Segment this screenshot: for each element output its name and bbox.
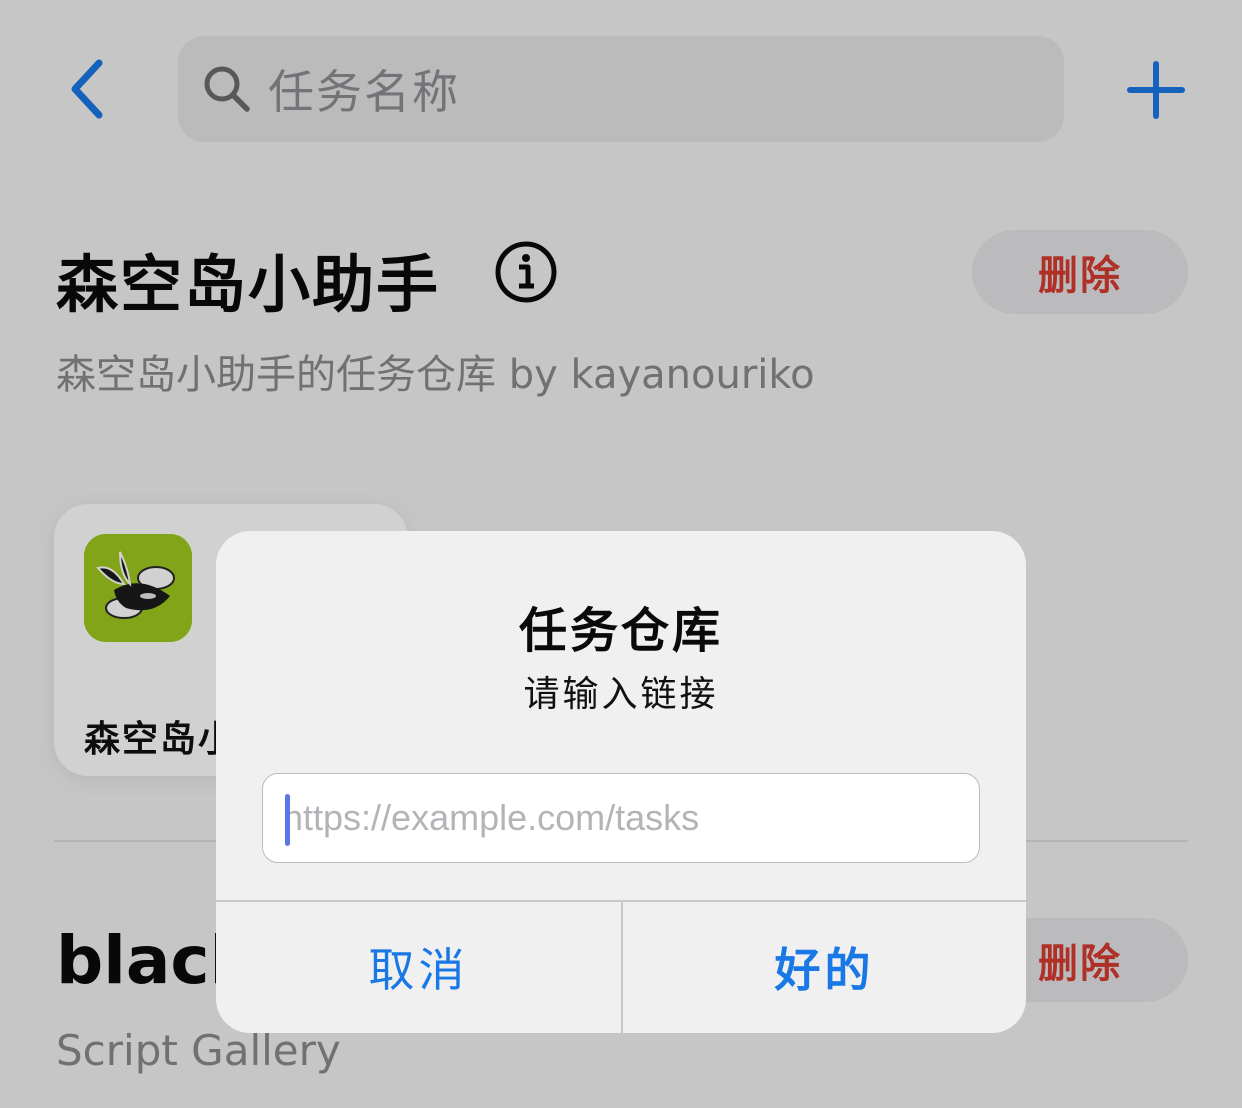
cancel-button[interactable]: 取消: [216, 901, 621, 1033]
input-alert-dialog: 任务仓库 请输入链接 取消 好的: [216, 531, 1026, 1033]
url-input[interactable]: [283, 774, 963, 862]
alert-title: 任务仓库: [518, 603, 723, 659]
url-input-field[interactable]: [262, 773, 980, 863]
ok-button[interactable]: 好的: [622, 901, 1026, 1033]
text-caret: [285, 794, 290, 846]
alert-message: 请输入链接: [523, 674, 719, 715]
